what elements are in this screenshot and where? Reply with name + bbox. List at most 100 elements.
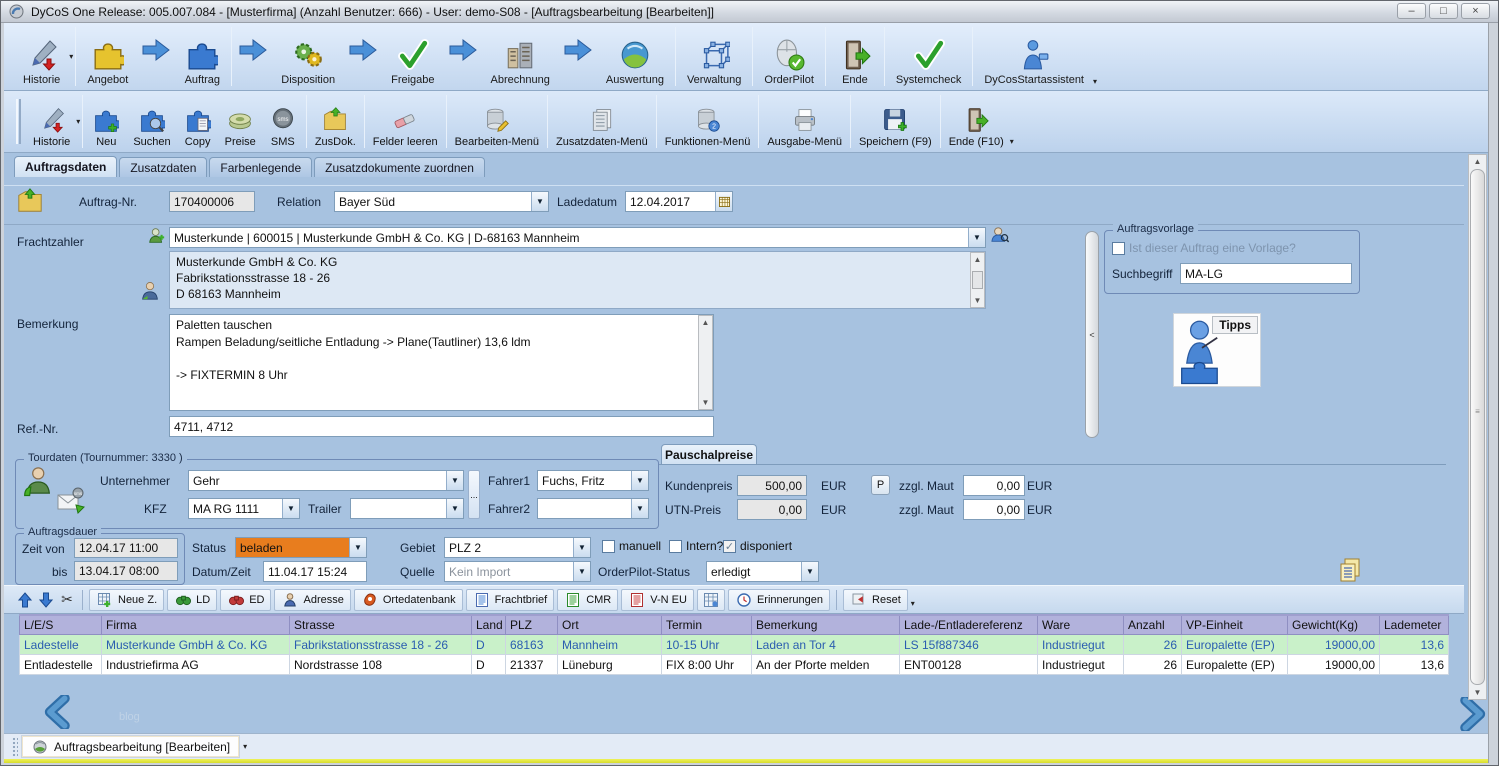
utn-field[interactable]: 0,00	[737, 499, 807, 520]
col-bemerkung[interactable]: Bemerkung	[752, 615, 900, 635]
chevron-down-icon[interactable]: ▼	[446, 499, 463, 518]
chevron-down-icon[interactable]: ▼	[801, 562, 818, 581]
nav-previous-icon[interactable]	[41, 695, 77, 729]
row-up-icon[interactable]	[16, 592, 34, 608]
zeit-von-field[interactable]: 12.04.17 11:00	[74, 538, 178, 558]
chevron-down-icon[interactable]: ▼	[446, 471, 463, 490]
col-lademeter[interactable]: Lademeter	[1380, 615, 1449, 635]
toolbar2-neu[interactable]: Neu	[85, 91, 127, 152]
scrollbar-thumb[interactable]: ≡	[1470, 169, 1485, 685]
taskbar-dropdown-arrow-icon[interactable]: ▾	[243, 742, 247, 751]
toolbar2-bearbeiten-menu[interactable]: Bearbeiten-Menü	[449, 91, 545, 152]
col-land[interactable]: Land	[472, 615, 506, 635]
intern-checkbox[interactable]	[669, 540, 682, 553]
historie2-dropdown-arrow-icon[interactable]: ▾	[76, 117, 80, 126]
bis-field[interactable]: 13.04.17 08:00	[74, 561, 178, 581]
close-button[interactable]: ×	[1461, 3, 1490, 19]
quelle-combo[interactable]: Kein Import▼	[444, 561, 591, 582]
toolbar-ende[interactable]: Ende	[828, 23, 882, 90]
tab-zusatzdaten[interactable]: Zusatzdaten	[119, 157, 207, 177]
chevron-down-icon[interactable]: ▼	[631, 471, 648, 490]
ortedatenbank-button[interactable]: Ortedatenbank	[354, 589, 463, 611]
ladedatum-field[interactable]: 12.04.2017	[625, 191, 733, 212]
cmr-button[interactable]: CMR	[557, 589, 618, 611]
toolbar2-funktionen-menu[interactable]: 2 Funktionen-Menü	[659, 91, 757, 152]
startassistent-dropdown-arrow-icon[interactable]: ▾	[1093, 77, 1097, 90]
toolbar2-suchen[interactable]: Suchen	[127, 91, 176, 152]
toolbar-freigabe[interactable]: Freigabe	[382, 23, 443, 90]
cut-icon[interactable]: ✂	[58, 592, 76, 608]
status-combo[interactable]: beladen▼	[235, 537, 367, 558]
chevron-down-icon[interactable]: ▼	[531, 192, 548, 211]
toolbar2-zusdok[interactable]: ZusDok.	[309, 91, 362, 152]
col-vp-einheit[interactable]: VP-Einheit	[1182, 615, 1288, 635]
scroll-down-icon[interactable]: ▼	[1474, 686, 1482, 699]
toolbar2-copy[interactable]: Copy	[177, 91, 219, 152]
relation-combo[interactable]: Bayer Süd▼	[334, 191, 549, 212]
toolbar2-ende[interactable]: Ende (F10)	[943, 91, 1010, 152]
frachtbrief-button[interactable]: Frachtbrief	[466, 589, 555, 611]
bemerkung-scrollbar[interactable]: ▲ ▼	[698, 315, 713, 410]
chevron-down-icon[interactable]: ▼	[349, 538, 366, 557]
row-down-icon[interactable]	[37, 592, 55, 608]
main-scrollbar[interactable]: ▲ ≡ ▼	[1468, 154, 1487, 700]
tab-zusatzdokumente[interactable]: Zusatzdokumente zuordnen	[314, 157, 485, 177]
minimize-button[interactable]: –	[1397, 3, 1426, 19]
toolbar-abrechnung[interactable]: Abrechnung	[482, 23, 559, 90]
frachtzahler-combo[interactable]: Musterkunde | 600015 | Musterkunde GmbH …	[169, 227, 986, 248]
scroll-down-icon[interactable]: ▼	[974, 294, 982, 307]
contact-person-icon[interactable]	[141, 283, 159, 299]
col-gewicht[interactable]: Gewicht(Kg)	[1288, 615, 1380, 635]
orderpilot-status-combo[interactable]: erledigt▼	[706, 561, 819, 582]
neue-zeile-button[interactable]: Neue Z.	[89, 589, 164, 611]
toolbar-grip[interactable]	[16, 99, 21, 144]
customer-search-icon[interactable]	[991, 227, 1009, 243]
trailer-combo[interactable]: ▼	[350, 498, 464, 519]
bemerkung-box[interactable]: Paletten tauschen Rampen Beladung/seitli…	[169, 314, 714, 411]
erinnerungen-button[interactable]: Erinnerungen	[728, 589, 830, 611]
suchbegriff-field[interactable]: MA-LG	[1180, 263, 1352, 284]
chevron-down-icon[interactable]: ▼	[573, 562, 590, 581]
driver-person-icon[interactable]	[22, 468, 52, 496]
maximize-button[interactable]: □	[1429, 3, 1458, 19]
toolbar-auswertung[interactable]: Auswertung	[597, 23, 673, 90]
ld-button[interactable]: LD	[167, 589, 217, 611]
vorlage-checkbox[interactable]	[1112, 242, 1125, 255]
scroll-up-icon[interactable]: ▲	[1474, 155, 1482, 168]
chevron-down-icon[interactable]: ▼	[282, 499, 299, 518]
sms-envelope-icon[interactable]: sms	[56, 486, 86, 514]
toolbar2-sms[interactable]: sms SMS	[262, 91, 304, 152]
toolbar-disposition[interactable]: Disposition	[272, 23, 344, 90]
table-row-ladestelle[interactable]: Ladestelle Musterkunde GmbH & Co. KG Fab…	[20, 635, 1449, 655]
col-les[interactable]: L/E/S	[20, 615, 102, 635]
unternehmer-combo[interactable]: Gehr▼	[188, 470, 464, 491]
chevron-down-icon[interactable]: ▼	[968, 228, 985, 247]
toolbar-angebot[interactable]: Angebot	[78, 23, 137, 90]
ende-dropdown-arrow-icon[interactable]: ▾	[1010, 137, 1014, 152]
collapse-splitter[interactable]: <	[1085, 231, 1099, 438]
copy-pages-icon[interactable]	[1335, 556, 1365, 584]
taskbar-window-button[interactable]: Auftragsbearbeitung [Bearbeiten]	[22, 736, 239, 757]
tour-more-button[interactable]: ...	[468, 470, 480, 519]
tipps-image[interactable]: Tipps	[1173, 313, 1261, 387]
maut1-field[interactable]: 0,00	[963, 475, 1025, 496]
col-termin[interactable]: Termin	[662, 615, 752, 635]
nav-next-icon[interactable]	[1453, 697, 1489, 731]
calc-grid-button[interactable]	[697, 589, 725, 611]
tab-pauschalpreise[interactable]: Pauschalpreise	[661, 444, 757, 465]
taskbar-grip[interactable]	[12, 737, 18, 757]
gebiet-combo[interactable]: PLZ 2▼	[444, 537, 591, 558]
toolbar2-speichern[interactable]: Speichern (F9)	[853, 91, 938, 152]
order-folder-icon[interactable]	[15, 187, 45, 215]
col-referenz[interactable]: Lade-/Entladereferenz	[900, 615, 1038, 635]
kfz-combo[interactable]: MA RG 1111▼	[188, 498, 300, 519]
adresse-button[interactable]: Adresse	[274, 589, 350, 611]
toolbar2-preise[interactable]: Preise	[219, 91, 262, 152]
scroll-down-icon[interactable]: ▼	[702, 396, 710, 409]
scroll-up-icon[interactable]: ▲	[974, 253, 982, 266]
fahrer2-combo[interactable]: ▼	[537, 498, 649, 519]
toolbar-systemcheck[interactable]: Systemcheck	[887, 23, 970, 90]
kundenpreis-field[interactable]: 500,00	[737, 475, 807, 496]
person-add-icon[interactable]	[147, 227, 165, 243]
toolbar-startassistent[interactable]: DyCosStartassistent	[975, 23, 1093, 90]
